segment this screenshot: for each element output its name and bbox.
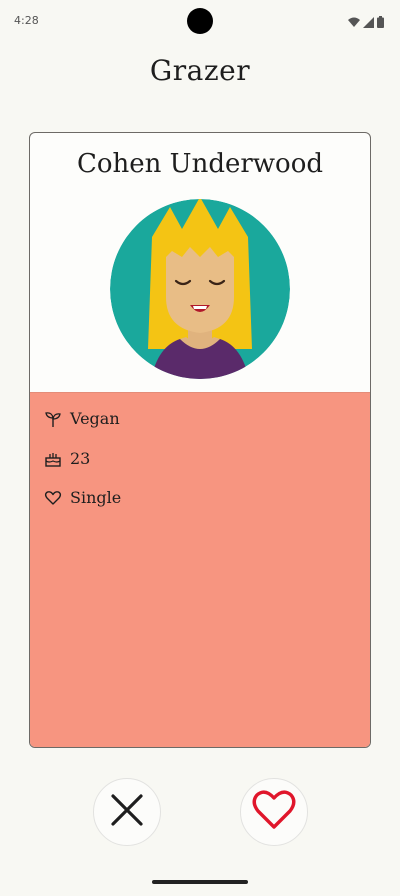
profile-name: Cohen Underwood <box>76 149 323 179</box>
front-camera <box>187 8 213 34</box>
detail-age-label: 23 <box>70 449 91 468</box>
avatar <box>110 199 290 379</box>
wifi-icon <box>348 13 360 32</box>
heart-outline-icon <box>44 489 62 507</box>
battery-icon <box>377 13 384 32</box>
signal-icon <box>363 13 374 32</box>
detail-diet-label: Vegan <box>70 409 120 428</box>
cake-icon <box>44 450 62 468</box>
profile-card[interactable]: Cohen Underwood Vegan 23 Single <box>29 132 371 748</box>
home-indicator[interactable] <box>152 880 248 884</box>
heart-icon <box>251 789 297 835</box>
status-time: 4:28 <box>14 14 39 27</box>
close-icon <box>110 793 144 831</box>
detail-relationship: Single <box>44 488 121 507</box>
profile-details: Vegan 23 Single <box>30 392 370 747</box>
detail-relationship-label: Single <box>70 488 122 507</box>
app-title: Grazer <box>149 54 251 87</box>
detail-age: 23 <box>44 449 90 468</box>
status-icons <box>348 13 384 32</box>
sprout-icon <box>44 410 62 428</box>
dislike-button[interactable] <box>93 778 161 846</box>
status-bar: 4:28 <box>0 0 400 44</box>
like-button[interactable] <box>240 778 308 846</box>
detail-diet: Vegan <box>44 409 120 428</box>
